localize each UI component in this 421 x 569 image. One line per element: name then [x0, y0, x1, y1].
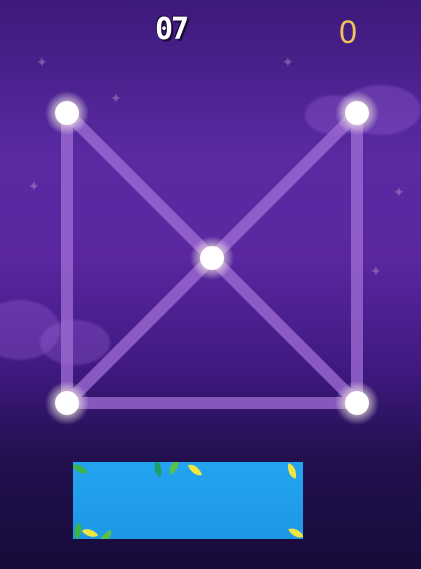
puzzle-edge-center-bottom-left [61, 252, 218, 409]
puzzle-node-bottom-right[interactable] [335, 381, 379, 425]
puzzle-edge-top-left-center [61, 107, 218, 264]
leaf-icon [81, 524, 99, 539]
ad-banner[interactable] [73, 462, 303, 539]
leaf-icon [73, 462, 88, 478]
puzzle-edge-center-bottom-right [206, 252, 363, 409]
leaf-icon [150, 462, 166, 478]
puzzle-node-top-right[interactable] [335, 91, 379, 135]
leaf-icon [97, 529, 115, 539]
leaf-icon [288, 524, 303, 539]
puzzle-node-bottom-left[interactable] [45, 381, 89, 425]
leaf-icon [165, 462, 183, 475]
puzzle-node-top-left[interactable] [45, 91, 89, 135]
leaf-icon [187, 462, 203, 479]
puzzle-node-center[interactable] [190, 236, 234, 280]
leaf-icon [285, 463, 299, 479]
puzzle-edge-top-right-center [206, 107, 363, 264]
